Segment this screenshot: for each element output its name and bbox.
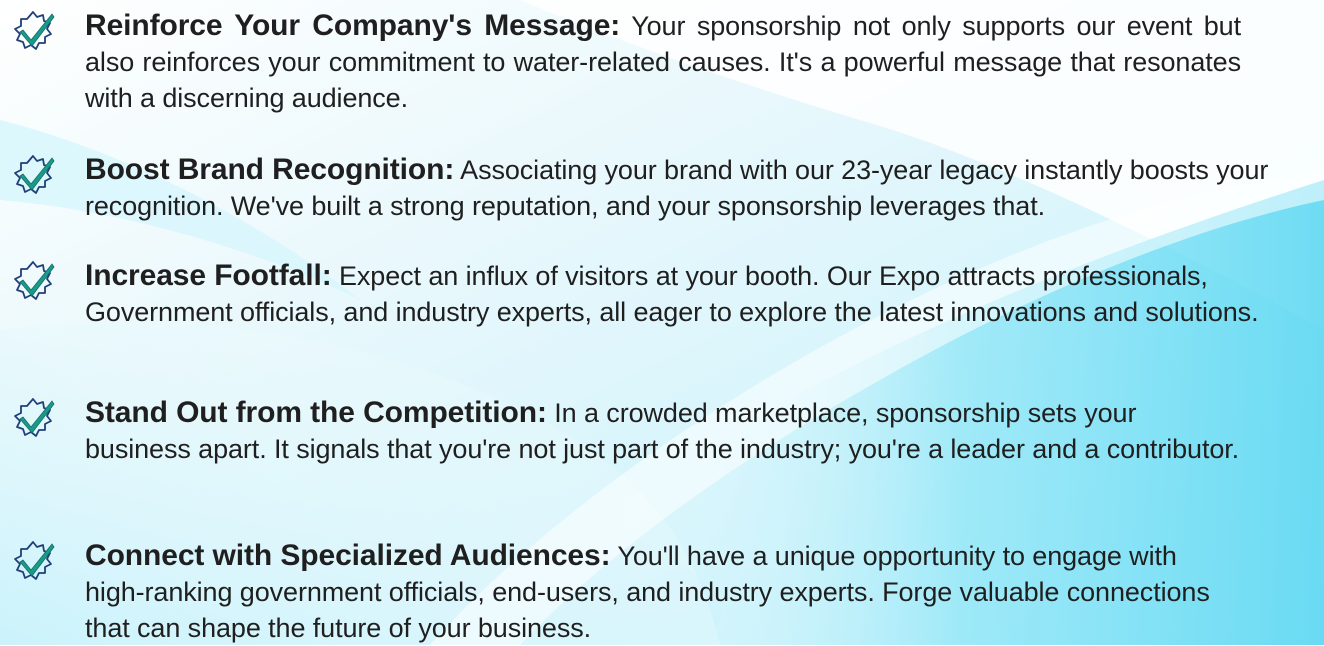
checkmark-badge-icon — [14, 155, 55, 194]
checkmark-badge-icon — [14, 261, 55, 300]
benefits-list: Reinforce Your Company's Message: Your s… — [0, 0, 1324, 645]
benefit-text: Increase Footfall: Expect an influx of v… — [85, 258, 1319, 330]
checkmark-badge-icon — [14, 11, 55, 50]
benefit-heading: Reinforce Your Company's Message: — [85, 9, 621, 42]
benefit-heading: Increase Footfall: — [85, 259, 332, 292]
checkmark-badge-icon — [14, 541, 55, 580]
benefit-heading: Boost Brand Recognition: — [85, 153, 455, 186]
benefit-text: Boost Brand Recognition: Associating you… — [85, 152, 1310, 224]
benefit-text: Connect with Specialized Audiences: You'… — [85, 538, 1235, 646]
benefit-text: Reinforce Your Company's Message: Your s… — [85, 8, 1241, 116]
benefit-text: Stand Out from the Competition: In a cro… — [85, 395, 1245, 467]
benefit-heading: Stand Out from the Competition: — [85, 396, 547, 429]
benefit-heading: Connect with Specialized Audiences: — [85, 539, 611, 572]
checkmark-badge-icon — [14, 398, 55, 437]
